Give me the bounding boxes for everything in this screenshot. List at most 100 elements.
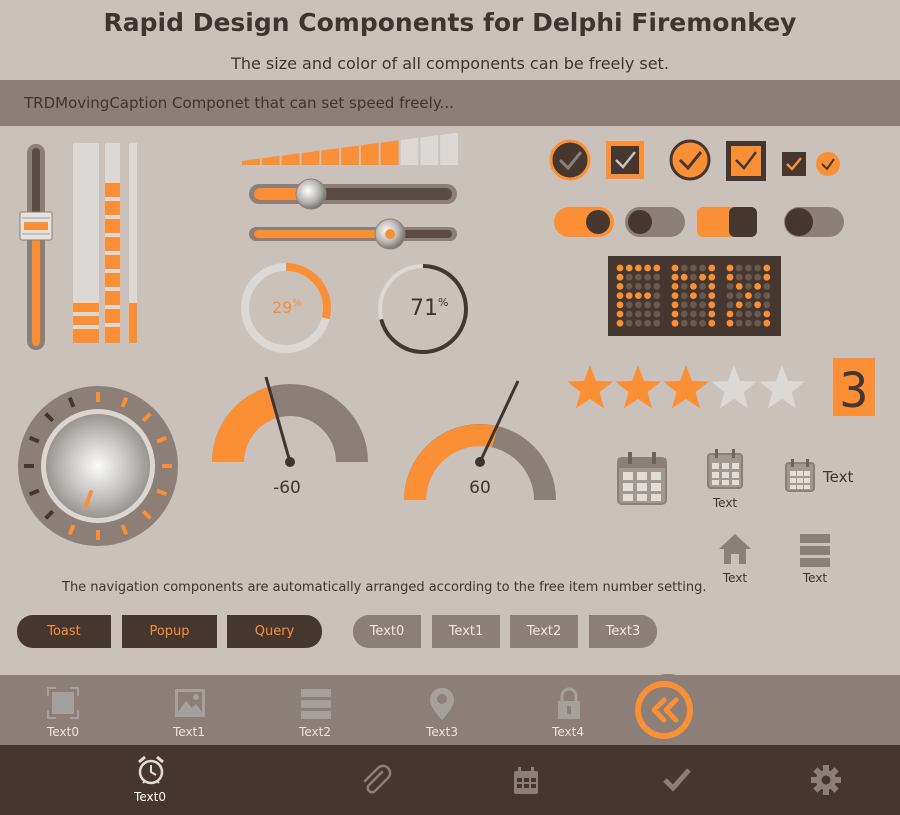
- matrix-dot: [699, 310, 706, 318]
- step-segment: [301, 150, 320, 165]
- step-segment: [360, 142, 379, 165]
- matrix-dot: [644, 319, 651, 327]
- check-box-1[interactable]: [606, 141, 644, 179]
- level-meters: [73, 143, 137, 343]
- calendar-icon-small[interactable]: [705, 448, 745, 492]
- matrix-dot: [625, 301, 633, 309]
- switch-3[interactable]: [697, 207, 757, 237]
- step-segment: [420, 135, 439, 165]
- lock-icon[interactable]: [555, 686, 583, 722]
- query-button[interactable]: Query: [227, 615, 322, 648]
- matrix-dot: [671, 319, 679, 327]
- matrix-dot: [680, 301, 688, 309]
- matrix-dot: [644, 301, 651, 309]
- matrix-dot: [616, 283, 624, 290]
- matrix-dot: [635, 301, 642, 309]
- bottom-tab-label-0: Text0: [134, 790, 166, 804]
- image-icon[interactable]: [173, 687, 207, 719]
- matrix-dot: [726, 319, 734, 327]
- check-box-2[interactable]: [726, 141, 766, 181]
- fullscreen-icon[interactable]: [46, 686, 80, 720]
- ring1-unit: %: [292, 298, 302, 309]
- matrix-dot: [745, 264, 752, 272]
- calendar-label-2: Text: [823, 468, 854, 486]
- popup-button[interactable]: Popup: [122, 615, 217, 648]
- pill-tab-0[interactable]: Text0: [353, 615, 421, 648]
- calendar-tab-icon[interactable]: [512, 766, 540, 796]
- star-icon[interactable]: [615, 365, 661, 409]
- collapse-button[interactable]: [630, 670, 706, 750]
- step-segment: [321, 148, 340, 165]
- matrix-dot: [708, 264, 716, 272]
- matrix-dot: [644, 264, 651, 272]
- horizontal-slider-1[interactable]: [247, 178, 459, 210]
- pill-tab-2[interactable]: Text2: [510, 615, 578, 648]
- location-pin-icon[interactable]: [428, 686, 456, 722]
- checkmark-icon[interactable]: [662, 766, 692, 792]
- home-icon[interactable]: [717, 532, 753, 566]
- matrix-dot: [745, 273, 752, 281]
- matrix-dot: [616, 273, 624, 281]
- matrix-dot: [735, 264, 743, 272]
- matrix-dot: [745, 301, 752, 309]
- matrix-dot: [699, 264, 706, 272]
- matrix-dot: [671, 264, 679, 272]
- horizontal-slider-2[interactable]: [247, 218, 459, 250]
- matrix-dot: [625, 273, 633, 281]
- calendar-icon-inline[interactable]: [783, 458, 817, 494]
- matrix-dot: [680, 283, 688, 290]
- matrix-dot: [763, 301, 771, 309]
- matrix-dot: [754, 319, 761, 327]
- pill-tab-1[interactable]: Text1: [432, 615, 500, 648]
- matrix-dot: [616, 319, 624, 327]
- star-icon[interactable]: [711, 365, 757, 409]
- matrix-dot: [653, 319, 661, 327]
- page-subtitle: The size and color of all components can…: [231, 54, 669, 73]
- matrix-dot: [735, 283, 743, 290]
- check-box-3[interactable]: [782, 152, 806, 176]
- paperclip-icon[interactable]: [360, 764, 392, 796]
- star-rating[interactable]: [566, 360, 810, 416]
- calendar-icon[interactable]: [614, 450, 670, 506]
- page-title: Rapid Design Components for Delphi Firem…: [103, 8, 797, 37]
- matrix-dot: [754, 301, 761, 309]
- slider-thumb[interactable]: [19, 211, 53, 241]
- star-icon[interactable]: [663, 365, 709, 409]
- matrix-dot: [625, 264, 633, 272]
- toolbar-label-3: Text3: [426, 725, 458, 739]
- check-circle-2[interactable]: [669, 139, 711, 181]
- matrix-dot: [653, 273, 661, 281]
- matrix-dot: [699, 283, 706, 290]
- alarm-clock-icon[interactable]: [136, 754, 166, 786]
- ring2-unit: %: [438, 296, 449, 309]
- switch-1[interactable]: [554, 207, 614, 237]
- star-icon[interactable]: [567, 365, 613, 409]
- gear-icon[interactable]: [810, 764, 842, 796]
- matrix-dot: [653, 264, 661, 272]
- matrix-dot: [671, 273, 679, 281]
- matrix-dot: [763, 319, 771, 327]
- rotary-knob[interactable]: [16, 384, 180, 548]
- matrix-dot: [680, 264, 688, 272]
- star-icon[interactable]: [759, 365, 805, 409]
- segment-digit: 3: [840, 363, 869, 416]
- matrix-dot: [625, 319, 633, 327]
- matrix-dot: [625, 292, 633, 299]
- matrix-dot: [671, 292, 679, 299]
- home-label: Text: [722, 571, 748, 585]
- vertical-slider[interactable]: [18, 140, 56, 355]
- pill-tab-3[interactable]: Text3: [589, 615, 657, 648]
- switch-4[interactable]: [784, 207, 844, 237]
- switch-2[interactable]: [625, 207, 685, 237]
- matrix-dot: [616, 310, 624, 318]
- matrix-dot: [644, 310, 651, 318]
- matrix-dot: [690, 319, 697, 327]
- toolbar-label-4: Text4: [552, 725, 584, 739]
- matrix-dot: [635, 292, 642, 299]
- check-circle-3[interactable]: [816, 152, 840, 176]
- toast-button[interactable]: Toast: [17, 615, 111, 648]
- menu-icon[interactable]: [798, 532, 832, 568]
- matrix-dot: [690, 264, 697, 272]
- check-circle-1[interactable]: [549, 139, 591, 181]
- list-icon[interactable]: [299, 687, 333, 721]
